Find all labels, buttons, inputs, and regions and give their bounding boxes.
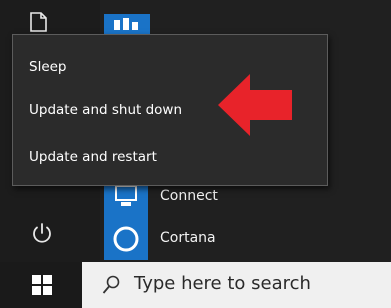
search-placeholder: Type here to search (134, 273, 311, 294)
search-icon (102, 275, 120, 294)
cortana-icon (113, 226, 139, 252)
start-button[interactable] (0, 262, 82, 308)
app-tile-top[interactable] (104, 14, 150, 34)
menu-item-update-and-restart[interactable]: Update and restart (13, 142, 327, 172)
taskbar-search-box[interactable]: Type here to search (82, 262, 391, 308)
cortana-tile (104, 218, 148, 260)
list-item-cortana[interactable]: Cortana (104, 218, 384, 260)
red-arrow-annotation-icon (218, 74, 292, 136)
app-glyph-icon (114, 18, 138, 30)
app-label-connect: Connect (160, 188, 218, 204)
taskbar: Type here to search (0, 262, 391, 308)
documents-icon[interactable] (30, 12, 47, 32)
windows-logo-icon (32, 275, 52, 295)
power-icon[interactable] (30, 221, 54, 245)
app-label-cortana: Cortana (160, 230, 216, 246)
